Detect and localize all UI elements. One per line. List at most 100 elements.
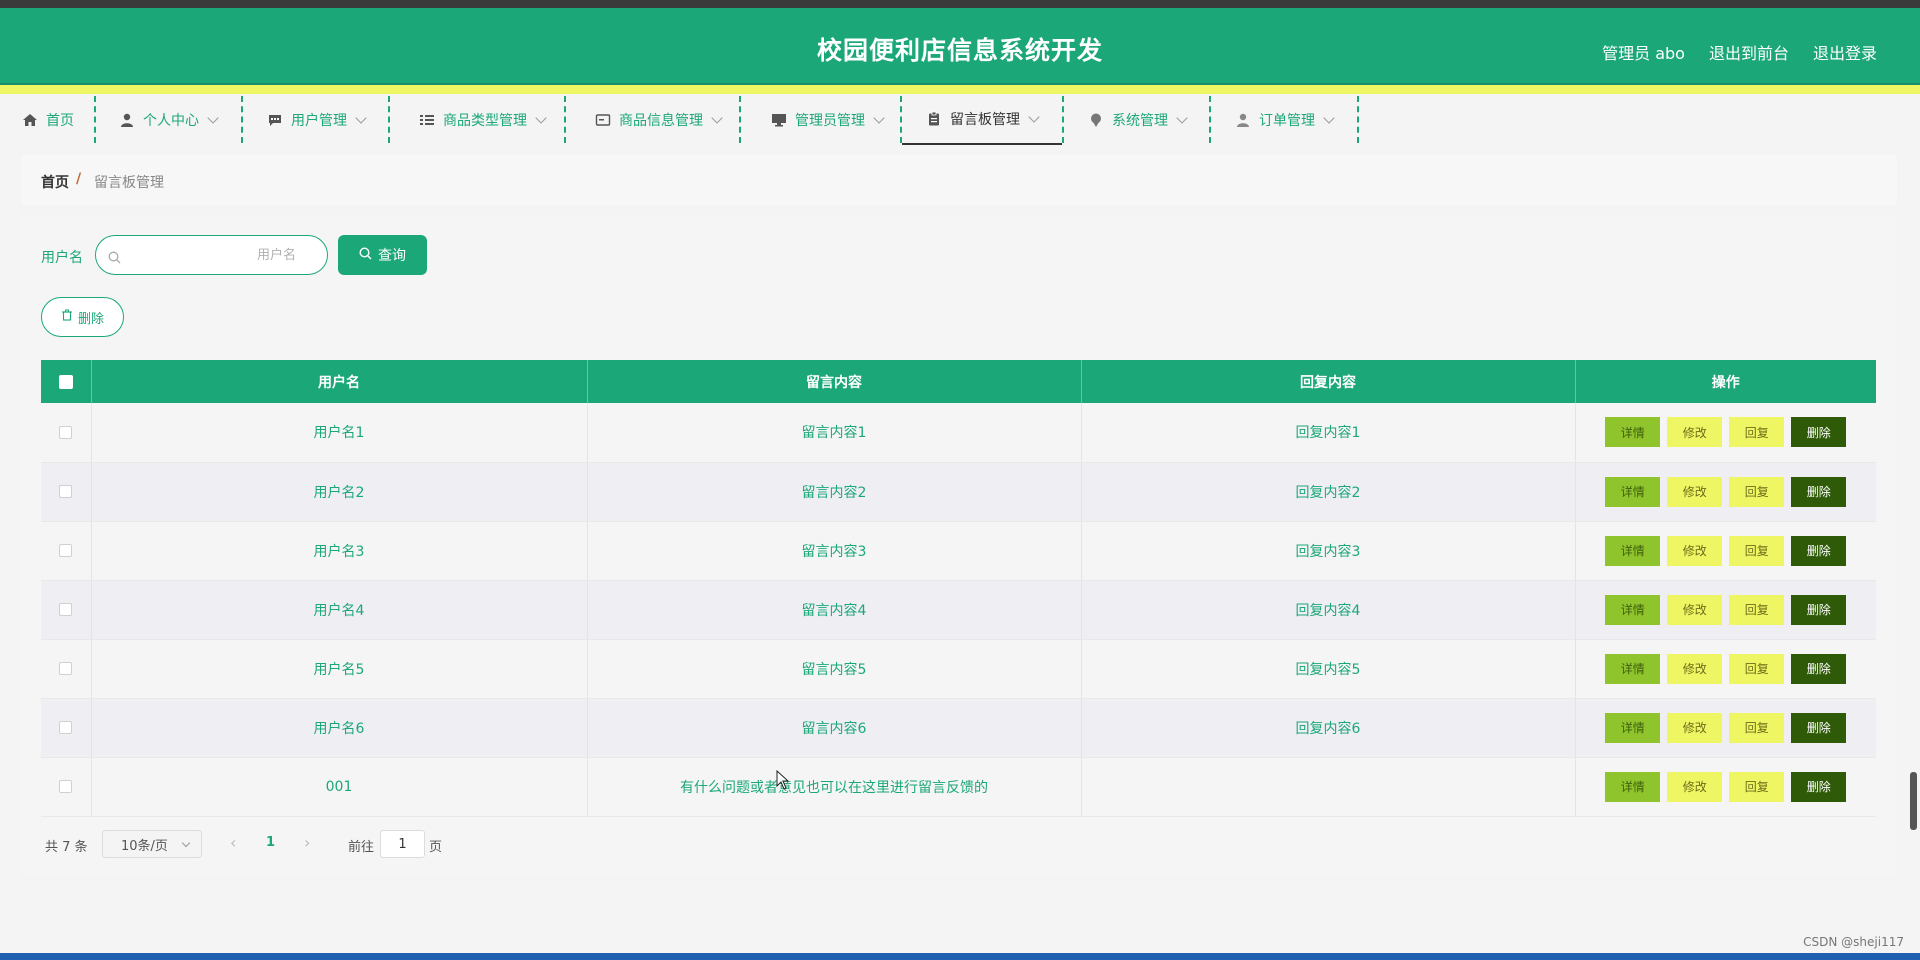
delete-button[interactable]: 删除 — [1791, 476, 1847, 507]
table-row: 用户名1 留言内容1 回复内容1 详情 修改 回复 删除 — [41, 403, 1877, 463]
nav-item-system[interactable]: 系统管理 — [1082, 94, 1192, 145]
username-cell: 001 — [91, 757, 588, 817]
row-checkbox[interactable] — [59, 425, 73, 439]
edit-button[interactable]: 修改 — [1667, 771, 1723, 802]
nav-item-personal[interactable]: 个人中心 — [112, 94, 224, 145]
row-select-cell — [41, 521, 92, 581]
page-number-current[interactable]: 1 — [266, 835, 275, 850]
search-input-wrapper[interactable] — [95, 235, 328, 275]
nav-item-label: 留言板管理 — [950, 111, 1020, 128]
message-table: 用户名 留言内容 回复内容 操作 用户名1 留言内容1 回复内容1 详情 修改 回复 删除用… — [41, 360, 1876, 817]
query-button-label: 查询 — [378, 248, 406, 264]
nav-item-label: 商品类型管理 — [443, 112, 527, 129]
nav-item-messages[interactable]: 留言板管理 — [902, 94, 1062, 145]
trash-icon — [61, 309, 73, 325]
row-actions: 详情 修改 回复 删除 — [1576, 653, 1877, 684]
nav-item-home[interactable]: 首页 — [20, 94, 76, 145]
goto-page-input[interactable] — [380, 830, 425, 858]
actions-cell: 详情 修改 回复 删除 — [1575, 757, 1876, 817]
row-checkbox[interactable] — [59, 721, 73, 734]
detail-button[interactable]: 详情 — [1605, 476, 1661, 507]
select-all-checkbox[interactable] — [58, 374, 73, 389]
chevron-down-icon — [1323, 111, 1335, 124]
nav-item-admins[interactable]: 管理员管理 — [762, 94, 892, 145]
row-checkbox[interactable] — [59, 780, 73, 793]
row-actions: 详情 修改 回复 删除 — [1576, 594, 1877, 625]
detail-button[interactable]: 详情 — [1605, 535, 1661, 566]
page-size-select[interactable]: 10条/页 — [102, 830, 202, 858]
nav-divider — [564, 96, 566, 143]
nav-item-product-types[interactable]: 商品类型管理 — [408, 94, 556, 145]
row-select-cell — [41, 580, 92, 640]
breadcrumb-home[interactable]: 首页 — [41, 172, 69, 192]
reply-button[interactable]: 回复 — [1729, 594, 1785, 625]
person-icon — [1235, 112, 1251, 128]
table-row: 用户名6 留言内容6 回复内容6 详情 修改 回复 删除 — [41, 698, 1876, 758]
delete-button[interactable]: 删除 — [1791, 771, 1847, 802]
breadcrumb-separator: / — [76, 171, 82, 187]
breadcrumb: 首页 / 留言板管理 — [21, 155, 1897, 205]
reply-cell: 回复内容4 — [1081, 580, 1576, 640]
edit-button[interactable]: 修改 — [1667, 653, 1723, 684]
detail-button[interactable]: 详情 — [1605, 594, 1661, 625]
clipboard-icon — [926, 111, 942, 127]
row-checkbox[interactable] — [59, 544, 73, 557]
reply-button[interactable]: 回复 — [1729, 712, 1785, 743]
username-cell: 用户名5 — [91, 639, 588, 699]
query-button[interactable]: 查询 — [338, 235, 427, 275]
reply-button[interactable]: 回复 — [1729, 653, 1785, 684]
detail-button[interactable]: 详情 — [1605, 653, 1661, 684]
nav-item-users[interactable]: 用户管理 — [260, 94, 372, 145]
nav-item-orders[interactable]: 订单管理 — [1228, 94, 1340, 145]
logout-link[interactable]: 退出登录 — [1813, 40, 1877, 64]
reply-button[interactable]: 回复 — [1729, 771, 1785, 802]
row-checkbox[interactable] — [59, 662, 73, 675]
delete-button[interactable]: 删除 — [1791, 712, 1847, 743]
table-row: 用户名3 留言内容3 回复内容3 详情 修改 回复 删除 — [41, 521, 1876, 581]
chevron-down-icon — [1028, 110, 1040, 123]
prev-page-button[interactable]: ‹ — [230, 833, 236, 852]
delete-button[interactable]: 删除 — [1791, 653, 1847, 684]
nav-divider — [1209, 96, 1211, 143]
delete-button[interactable]: 删除 — [1791, 594, 1847, 625]
table-row: 用户名2 留言内容2 回复内容2 详情 修改 回复 删除 — [41, 462, 1876, 522]
delete-button[interactable]: 删除 — [1791, 535, 1847, 566]
chevron-down-icon — [181, 838, 191, 848]
detail-button[interactable]: 详情 — [1605, 771, 1661, 802]
reply-button[interactable]: 回复 — [1729, 476, 1785, 507]
front-link[interactable]: 退出到前台 — [1709, 40, 1789, 64]
header-accent-strip — [0, 85, 1920, 94]
nav-divider — [94, 96, 96, 143]
edit-button[interactable]: 修改 — [1667, 476, 1723, 507]
next-page-button[interactable]: › — [304, 833, 310, 852]
reply-button[interactable]: 回复 — [1729, 535, 1785, 566]
chevron-down-icon — [355, 111, 367, 124]
actions-cell: 详情 修改 回复 删除 — [1575, 580, 1877, 640]
edit-button[interactable]: 修改 — [1667, 712, 1723, 743]
vertical-scrollbar[interactable] — [1910, 772, 1917, 830]
message-cell: 留言内容3 — [587, 521, 1082, 581]
nav-item-label: 商品信息管理 — [619, 112, 703, 129]
select-all-cell — [41, 360, 92, 403]
message-cell: 留言内容2 — [587, 462, 1082, 522]
nav-item-label: 系统管理 — [1112, 112, 1168, 129]
detail-button[interactable]: 详情 — [1605, 417, 1661, 448]
reply-button[interactable]: 回复 — [1729, 417, 1785, 448]
chevron-down-icon — [711, 111, 723, 124]
app-header: 校园便利店信息系统开发 管理员 abo 退出到前台 退出登录 — [0, 8, 1920, 85]
row-actions: 详情 修改 回复 删除 — [1576, 417, 1877, 448]
edit-button[interactable]: 修改 — [1667, 535, 1723, 566]
batch-delete-button[interactable]: 删除 — [41, 297, 124, 337]
search-input[interactable] — [126, 244, 296, 266]
edit-button[interactable]: 修改 — [1667, 417, 1723, 448]
username-cell: 用户名6 — [91, 698, 588, 758]
delete-button[interactable]: 删除 — [1791, 417, 1847, 448]
page-size-value: 10条/页 — [121, 838, 168, 854]
row-checkbox[interactable] — [59, 485, 73, 498]
detail-button[interactable]: 详情 — [1605, 712, 1661, 743]
nav-item-product-info[interactable]: 商品信息管理 — [584, 94, 732, 145]
actions-cell: 详情 修改 回复 删除 — [1575, 698, 1876, 758]
message-cell: 留言内容4 — [587, 580, 1082, 640]
row-checkbox[interactable] — [59, 603, 73, 616]
edit-button[interactable]: 修改 — [1667, 594, 1723, 625]
